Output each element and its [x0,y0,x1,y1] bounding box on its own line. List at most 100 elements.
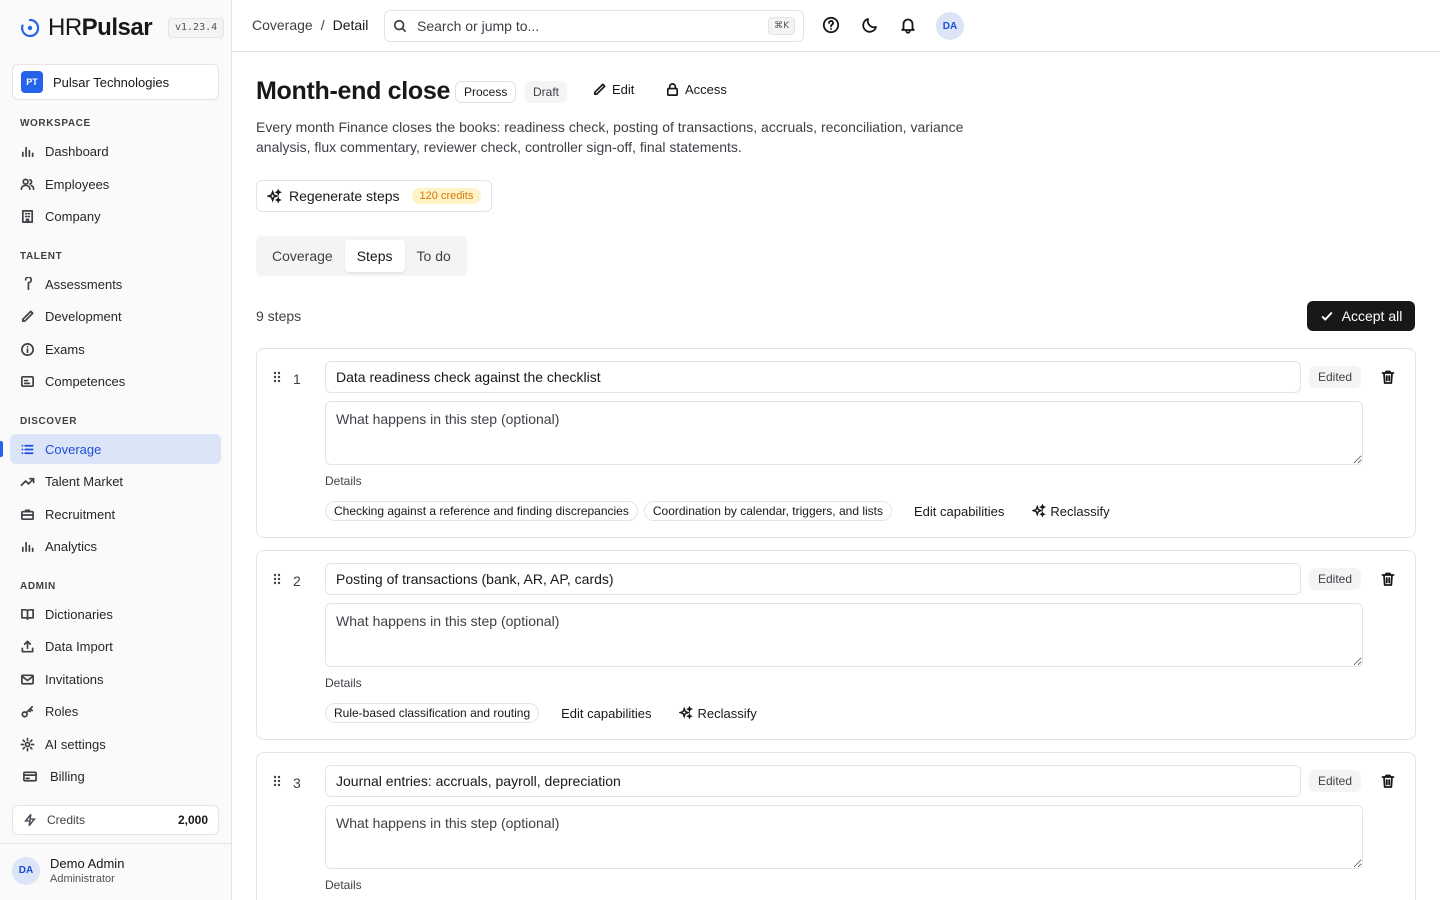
details-label: Details [325,676,362,690]
users-icon [20,178,35,190]
step-description-input[interactable] [325,401,1363,465]
sidebar: HRPulsar v1.23.4 PT Pulsar Technologies … [0,0,232,900]
credit-card-icon [23,770,37,782]
access-button[interactable]: Access [665,82,727,97]
edit-capabilities-button[interactable]: Edit capabilities [561,706,651,721]
edit-button[interactable]: Edit [592,82,634,97]
avatar: DA [12,856,40,885]
step-card: 2 Edited Details Rule-based classificati… [256,550,1416,740]
section-title-discover: DISCOVER [20,416,78,427]
sidebar-item-exams[interactable]: Exams [10,334,221,364]
credits-value: 2,000 [177,813,208,827]
sidebar-item-development[interactable]: Development [10,301,221,331]
check-icon [1321,311,1333,321]
reclassify-button[interactable]: Reclassify [1032,504,1110,519]
sidebar-item-employees[interactable]: Employees [10,169,221,199]
trash-icon[interactable] [1380,571,1396,587]
edit-capabilities-button[interactable]: Edit capabilities [914,504,1004,519]
step-card: 3 Edited Details [256,752,1416,900]
step-number: 2 [293,573,301,589]
sidebar-item-invitations[interactable]: Invitations [10,664,221,694]
org-switcher[interactable]: PT Pulsar Technologies [12,64,219,100]
sidebar-item-competences[interactable]: Competences [10,366,221,396]
breadcrumb-separator: / [320,17,325,33]
mail-icon [21,673,34,685]
gear-icon [20,737,35,751]
step-title-input[interactable] [325,765,1301,797]
drag-handle-icon[interactable] [273,775,281,787]
page-title: Month-end close [256,77,451,105]
credits-label: Credits [47,813,86,827]
help-icon[interactable] [822,16,840,34]
tab-to-do[interactable]: To do [405,240,463,272]
edited-badge: Edited [1309,366,1362,388]
hook-icon [24,276,33,290]
lock-icon [666,83,679,96]
tab-steps[interactable]: Steps [344,240,405,272]
id-card-icon [21,375,34,387]
user-menu[interactable]: DA Demo Admin Administrator [12,856,124,885]
page-description: Every month Finance closes the books: re… [256,119,964,155]
edited-badge: Edited [1309,770,1362,792]
step-title-input[interactable] [325,361,1301,393]
main-content: Month-end close Process Draft Edit Acces… [232,52,1440,900]
drag-handle-icon[interactable] [273,573,281,585]
accept-all-button[interactable]: Accept all [1307,301,1415,331]
pencil-icon [21,310,34,322]
sidebar-item-coverage[interactable]: Coverage [10,434,221,464]
sidebar-item-company[interactable]: Company [10,201,221,231]
user-name: Demo Admin [50,856,125,871]
trash-icon[interactable] [1380,369,1396,385]
sparkles-icon [1032,504,1047,518]
drag-handle-icon[interactable] [273,371,281,383]
user-role: Administrator [50,873,115,885]
upload-icon [21,640,34,652]
section-title-workspace: WORKSPACE [20,118,91,129]
sidebar-item-ai-settings[interactable]: AI settings [10,729,221,759]
steps-count: 9 steps [256,308,302,324]
sidebar-item-roles[interactable]: Roles [10,696,221,726]
step-description-input[interactable] [325,603,1363,667]
breadcrumb-coverage[interactable]: Coverage [252,17,313,33]
sidebar-item-dashboard[interactable]: Dashboard [10,136,221,166]
pulsar-logo-icon [21,18,40,38]
sidebar-item-billing[interactable]: Billing [10,761,221,791]
edited-badge: Edited [1309,568,1362,590]
sidebar-item-talent-market[interactable]: Talent Market [10,466,221,496]
top-avatar[interactable]: DA [936,12,964,40]
version-badge: v1.23.4 [168,18,225,38]
brand[interactable]: HRPulsar [20,14,153,42]
sidebar-divider [0,843,231,844]
step-number: 3 [293,775,301,791]
key-icon [21,705,34,717]
trash-icon[interactable] [1380,773,1396,789]
step-title-input[interactable] [325,563,1301,595]
credit-cost-badge: 120 credits [411,188,482,204]
sidebar-item-assessments[interactable]: Assessments [10,269,221,299]
book-open-icon [21,608,34,620]
regenerate-steps-button[interactable]: Regenerate steps 120 credits [256,180,493,212]
capability-chip: Checking against a reference and finding… [325,501,638,521]
bell-icon[interactable] [899,16,917,34]
sidebar-item-data-import[interactable]: Data Import [10,631,221,661]
capability-chip: Rule-based classification and routing [325,703,540,723]
reclassify-button[interactable]: Reclassify [679,706,757,721]
breadcrumb: Coverage / Detail [252,17,368,33]
type-badge: Process [455,81,517,103]
search-input[interactable] [417,18,769,34]
step-card: 1 Edited Details Checking against a refe… [256,348,1416,538]
info-circle-icon [21,342,34,356]
sidebar-item-analytics[interactable]: Analytics [10,531,221,561]
moon-icon[interactable] [861,16,879,34]
tab-coverage[interactable]: Coverage [260,240,345,272]
step-number: 1 [293,371,301,387]
details-label: Details [325,878,362,892]
pencil-icon [593,83,606,96]
sidebar-item-dictionaries[interactable]: Dictionaries [10,599,221,629]
sparkles-icon [679,706,694,720]
search-box[interactable]: ⌘K [384,10,804,42]
credits-balance[interactable]: Credits 2,000 [12,805,219,835]
bar-chart-icon [21,146,34,157]
sidebar-item-recruitment[interactable]: Recruitment [10,499,221,529]
step-description-input[interactable] [325,805,1363,869]
